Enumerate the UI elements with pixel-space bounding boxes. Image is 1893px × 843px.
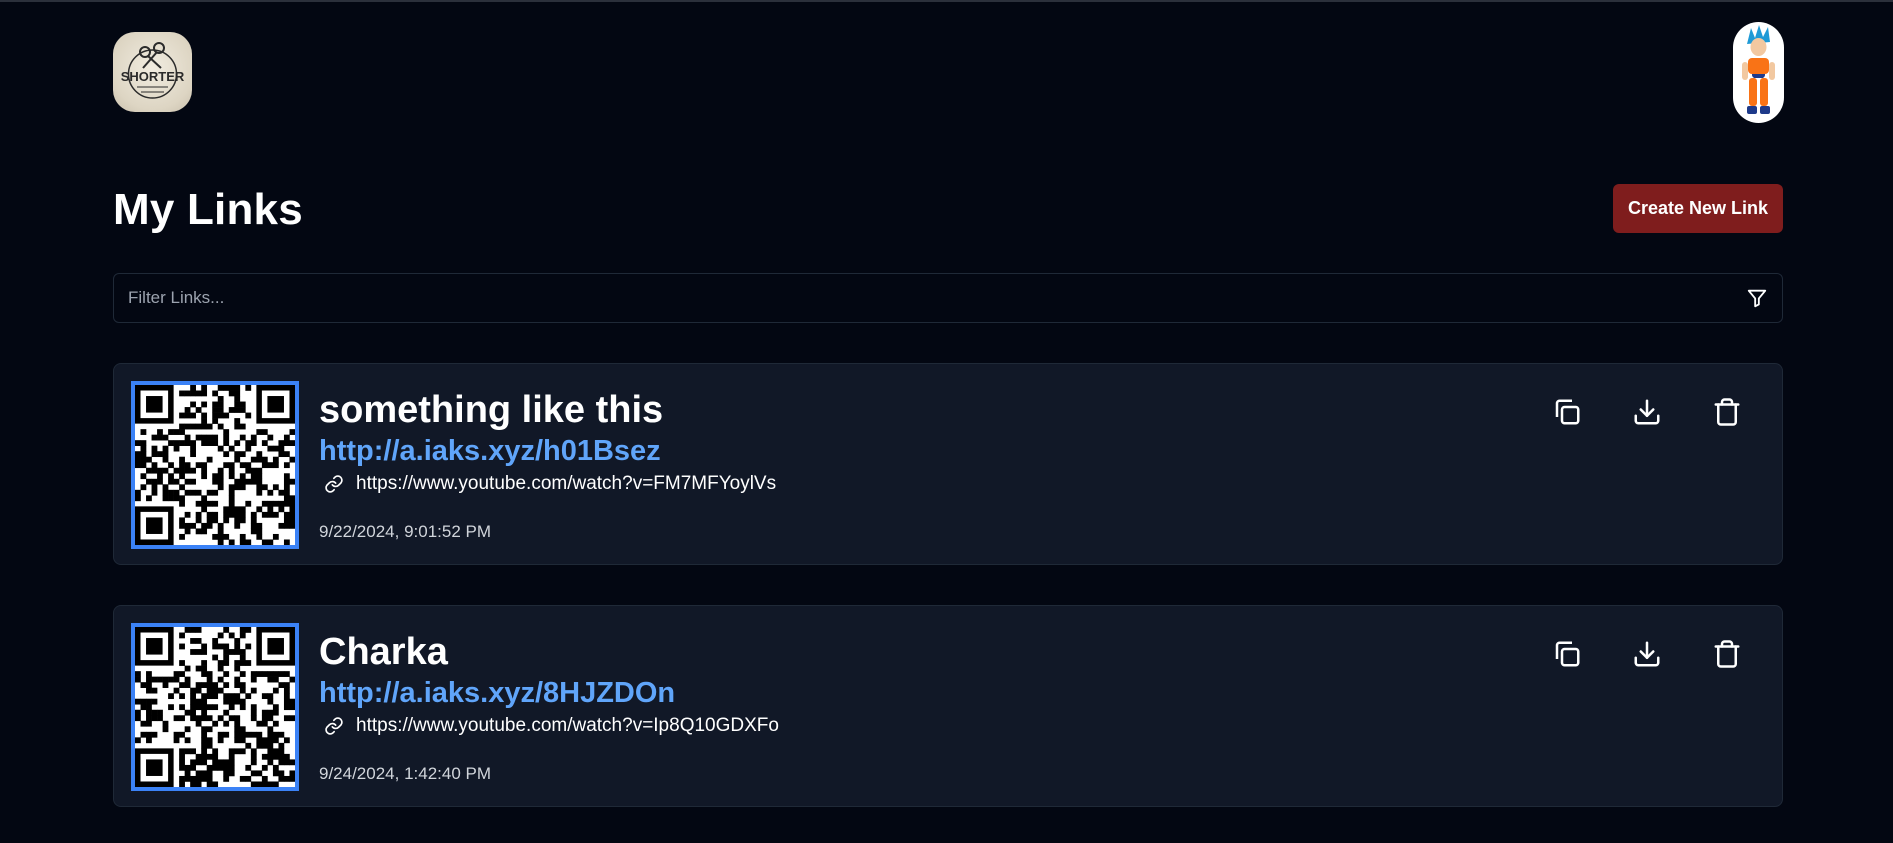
create-new-link-button[interactable]: Create New Link	[1613, 184, 1783, 233]
delete-button[interactable]	[1707, 634, 1747, 674]
short-url-link[interactable]: http://a.iaks.xyz/8HJZDOn	[319, 676, 675, 710]
created-timestamp: 9/24/2024, 1:42:40 PM	[319, 764, 492, 783]
link-card: something like this http://a.iaks.xyz/h0…	[113, 363, 1783, 565]
scissors-logo-icon: SHORTER	[121, 42, 185, 99]
download-icon	[1634, 399, 1660, 425]
link-title: Charka	[319, 631, 448, 673]
original-url[interactable]: https://www.youtube.com/watch?v=Ip8Q10GD…	[356, 715, 779, 737]
copy-icon	[1555, 399, 1580, 425]
qr-code[interactable]	[131, 381, 299, 549]
created-timestamp: 9/22/2024, 9:01:52 PM	[319, 522, 492, 541]
link-icon	[325, 475, 343, 493]
page-title: My Links	[113, 185, 303, 234]
delete-button[interactable]	[1707, 392, 1747, 432]
svg-text:SHORTER: SHORTER	[121, 69, 185, 84]
filter-links-input[interactable]	[128, 274, 1718, 322]
copy-button[interactable]	[1547, 392, 1587, 432]
short-url-link[interactable]: http://a.iaks.xyz/h01Bsez	[319, 434, 661, 468]
character-avatar-icon	[1742, 25, 1775, 114]
original-url-row: https://www.youtube.com/watch?v=FM7MFYoy…	[324, 472, 776, 496]
qr-code-image	[135, 385, 295, 545]
download-button[interactable]	[1627, 634, 1667, 674]
original-url-row: https://www.youtube.com/watch?v=Ip8Q10GD…	[324, 714, 779, 738]
filter-icon[interactable]	[1746, 287, 1768, 309]
link-icon	[325, 717, 343, 735]
copy-icon	[1555, 641, 1580, 667]
copy-button[interactable]	[1547, 634, 1587, 674]
user-avatar[interactable]	[1733, 22, 1784, 123]
trash-icon	[1714, 640, 1740, 668]
qr-code-image	[135, 627, 295, 787]
download-button[interactable]	[1627, 392, 1667, 432]
qr-code[interactable]	[131, 623, 299, 791]
link-title: something like this	[319, 389, 664, 431]
link-card: Charka http://a.iaks.xyz/8HJZDOn https:/…	[113, 605, 1783, 807]
original-url[interactable]: https://www.youtube.com/watch?v=FM7MFYoy…	[356, 473, 776, 495]
filter-bar	[113, 273, 1783, 323]
window-top-border	[0, 0, 1893, 2]
trash-icon	[1714, 398, 1740, 426]
app-logo[interactable]: SHORTER	[113, 32, 192, 112]
download-icon	[1634, 641, 1660, 667]
